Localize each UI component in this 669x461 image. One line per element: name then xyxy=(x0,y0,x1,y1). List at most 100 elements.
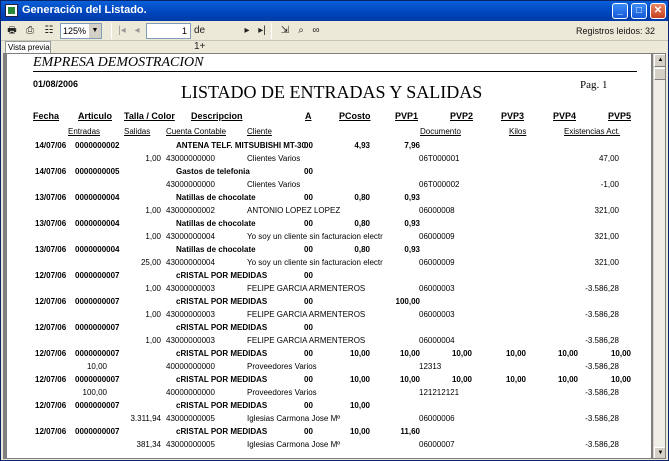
cell-ent: 10,00 xyxy=(86,362,107,371)
cell-fecha: 12/07/06 xyxy=(35,323,67,332)
cell-art: 0000000005 xyxy=(75,167,120,176)
cell-art: 0000000002 xyxy=(75,141,120,150)
minimize-button[interactable]: _ xyxy=(612,3,628,19)
find-icon[interactable]: ⌕ xyxy=(293,23,309,39)
preview-area[interactable]: EMPRESA DEMOSTRACION 01/08/2006 LISTADO … xyxy=(3,53,666,459)
tree-view-icon[interactable]: ☷ xyxy=(41,23,57,39)
cell-exist: 321,00 xyxy=(594,232,619,241)
cell-pvp1: 11,60 xyxy=(400,427,420,436)
close-button[interactable]: ✕ xyxy=(650,3,666,19)
maximize-button[interactable]: □ xyxy=(631,3,647,19)
cell-cuenta: 43000000003 xyxy=(166,284,215,293)
cell-cliente: FELIPE GARCIA ARMENTEROS xyxy=(247,284,366,293)
cell-cliente: FELIPE GARCIA ARMENTEROS xyxy=(247,336,366,345)
prev-page-icon[interactable]: ◂ xyxy=(132,23,142,39)
cell-cliente: Proveedores Varios xyxy=(247,362,317,371)
binoculars-icon[interactable]: ∞ xyxy=(308,23,324,39)
cell-exist: 47,00 xyxy=(598,154,619,163)
cell-fecha: 12/07/06 xyxy=(35,427,67,436)
col-talla-color: Talla / Color xyxy=(124,111,175,121)
cell-pvp1: 10,00 xyxy=(399,349,420,358)
first-page-icon[interactable]: |◂ xyxy=(117,23,127,39)
cell-doc: 06000003 xyxy=(419,284,455,293)
cell-cuenta: 43000000000 xyxy=(166,154,215,163)
scroll-up-icon[interactable]: ▲ xyxy=(654,54,665,67)
cell-art: 0000000004 xyxy=(75,219,120,228)
scroll-down-icon[interactable]: ▼ xyxy=(654,447,665,458)
col-entradas: Entradas xyxy=(68,127,101,136)
cell-exist: -3.586,28 xyxy=(585,440,619,449)
cell-a: 00 xyxy=(304,323,313,332)
cell-pvp1: 0,93 xyxy=(404,245,420,254)
cell-cuenta: 43000000005 xyxy=(166,440,215,449)
cell-a: 00 xyxy=(304,427,313,436)
print-icon[interactable]: 🖶 xyxy=(4,23,20,39)
cell-desc: Natillas de chocolate xyxy=(176,219,256,228)
cell-a: 00 xyxy=(304,297,313,306)
cell-pvp1: 0,93 xyxy=(404,193,420,202)
cell-sal: 3.311,94 xyxy=(130,414,161,423)
cell-exist: -1,00 xyxy=(600,180,619,189)
cell-doc: 06000008 xyxy=(419,206,455,215)
cell-art: 0000000007 xyxy=(75,271,120,280)
cell-cuenta: 40000000000 xyxy=(166,388,215,397)
cell-art: 0000000007 xyxy=(75,401,120,410)
cell-exist: -3.586,28 xyxy=(585,388,619,397)
cell-pvp5: 10,00 xyxy=(610,375,631,384)
chevron-down-icon[interactable]: ▼ xyxy=(89,24,101,38)
col-salidas: Salidas xyxy=(124,127,151,136)
tab-strip: Vista previa xyxy=(1,41,668,53)
cell-art: 0000000007 xyxy=(75,297,120,306)
col-fecha: Fecha xyxy=(33,111,60,121)
zoom-select[interactable]: 125% ▼ xyxy=(60,23,102,39)
report-title: LISTADO DE ENTRADAS Y SALIDAS xyxy=(181,82,483,102)
cell-exist: -3.586,28 xyxy=(585,414,619,423)
cell-pvp4: 10,00 xyxy=(557,375,578,384)
cell-pvp1: 7,96 xyxy=(404,141,420,150)
cell-doc: 06000007 xyxy=(419,440,455,449)
cell-sal: 1,00 xyxy=(145,336,161,345)
cell-a: 00 xyxy=(304,401,313,410)
cell-desc: cRISTAL POR MEDIDAS xyxy=(176,427,268,436)
cell-exist: 321,00 xyxy=(594,206,619,215)
cell-doc: 06T000002 xyxy=(419,180,460,189)
title-bar[interactable]: Generación del Listado. _ □ ✕ xyxy=(1,1,668,21)
cell-desc: cRISTAL POR MEDIDAS xyxy=(176,401,268,410)
records-read-label: Registros leidos: 32 xyxy=(576,26,656,36)
cell-fecha: 12/07/06 xyxy=(35,349,67,358)
cell-desc: Natillas de chocolate xyxy=(176,193,256,202)
header-divider xyxy=(33,71,637,72)
col-pvp1: PVP1 xyxy=(395,111,419,121)
cell-art: 0000000007 xyxy=(75,427,120,436)
next-page-icon[interactable]: ▸ xyxy=(242,23,252,39)
app-icon[interactable] xyxy=(5,4,18,17)
cell-fecha: 12/07/06 xyxy=(35,297,67,306)
vertical-scrollbar[interactable]: ▲ ▼ xyxy=(653,54,665,458)
cell-fecha: 12/07/06 xyxy=(35,271,67,280)
cell-desc: ANTENA TELF. MITSUBISHI MT-30 xyxy=(176,141,306,150)
cell-a: 00 xyxy=(304,219,313,228)
cell-a: 00 xyxy=(304,141,313,150)
toolbar-divider xyxy=(111,23,112,39)
cell-cliente: Iglesias Carmona Jose Mº xyxy=(247,414,341,423)
cell-pcosto: 10,00 xyxy=(349,375,370,384)
export-icon[interactable]: ⇲ xyxy=(277,23,293,39)
tab-vista-previa[interactable]: Vista previa xyxy=(5,41,51,53)
cell-pvp3: 10,00 xyxy=(505,375,526,384)
scroll-thumb[interactable] xyxy=(654,68,665,80)
last-page-icon[interactable]: ▸| xyxy=(257,23,267,39)
cell-sal: 1,00 xyxy=(145,310,161,319)
cell-doc: 06000006 xyxy=(419,414,455,423)
cell-doc: 06000009 xyxy=(419,232,455,241)
cell-pcosto: 10,00 xyxy=(349,427,370,436)
cell-exist: -3.586,28 xyxy=(585,336,619,345)
cell-desc: Gastos de telefonia xyxy=(176,167,250,176)
page-input[interactable]: 1 xyxy=(146,23,191,39)
cell-desc: cRISTAL POR MEDIDAS xyxy=(176,375,268,384)
cell-doc: 06T000001 xyxy=(419,154,460,163)
col-pvp2: PVP2 xyxy=(450,111,474,121)
cell-sal: 1,00 xyxy=(145,284,161,293)
print-setup-icon[interactable]: ⎙ xyxy=(22,23,38,39)
cell-sal: 381,34 xyxy=(136,440,161,449)
cell-exist: -3.586,28 xyxy=(585,284,619,293)
